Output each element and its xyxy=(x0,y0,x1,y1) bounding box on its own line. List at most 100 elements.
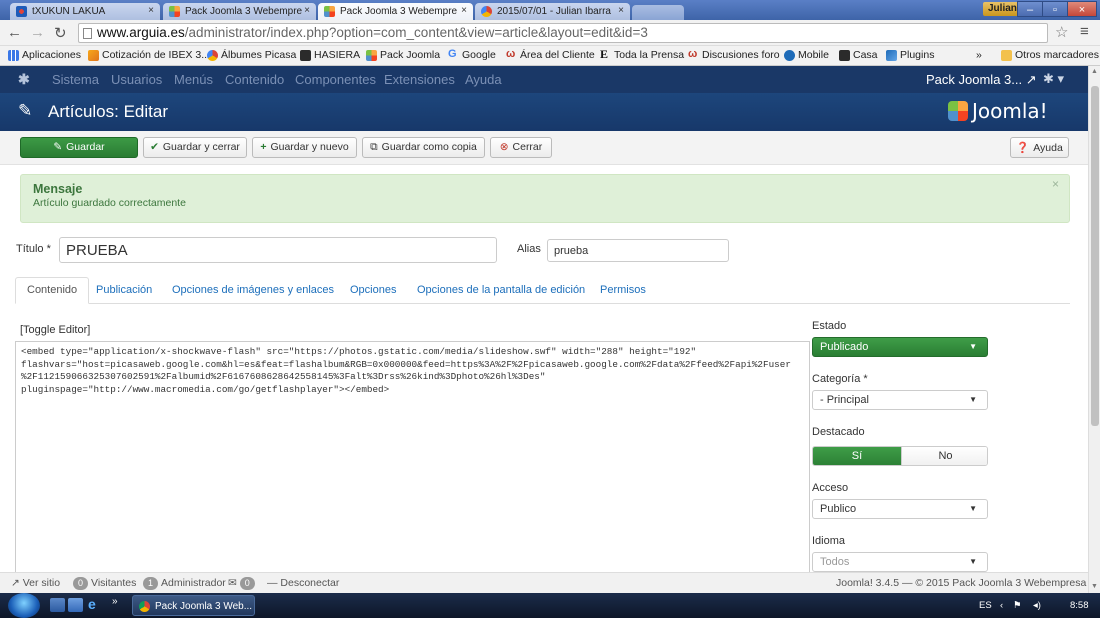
chevron-down-icon: ▼ xyxy=(969,557,977,566)
category-select[interactable]: - Principal ▼ xyxy=(812,390,988,410)
bookmark-hasiera[interactable]: HASIERA xyxy=(300,49,360,61)
save-button[interactable]: ✎ Guardar xyxy=(20,137,138,158)
joomla-brand: Joomla! xyxy=(948,99,1048,123)
tab-imagenes-enlaces[interactable]: Opciones de imágenes y enlaces xyxy=(172,277,334,304)
tab-contenido[interactable]: Contenido xyxy=(15,277,90,304)
title-input[interactable]: PRUEBA xyxy=(59,237,497,263)
access-select[interactable]: Publico ▼ xyxy=(812,499,988,519)
bookmark-casa[interactable]: Casa xyxy=(839,49,878,61)
featured-no-button[interactable]: No xyxy=(901,447,987,465)
tab-close-icon[interactable]: × xyxy=(618,5,624,16)
view-site-link[interactable]: ↗ Ver sitio xyxy=(11,577,60,589)
forward-arrow-icon[interactable]: → xyxy=(30,24,45,41)
article-text-editor[interactable]: <embed type="application/x-shockwave-fla… xyxy=(15,341,810,573)
internet-explorer-icon[interactable]: e xyxy=(88,596,103,612)
save-copy-button[interactable]: ⧉ Guardar como copia xyxy=(362,137,485,158)
close-button[interactable]: ⊗ Cerrar xyxy=(490,137,552,158)
page-scrollbar[interactable]: ▲ ▼ xyxy=(1088,66,1100,593)
bookmark-picasa[interactable]: Álbumes Picasa xyxy=(207,49,296,61)
message-close-icon[interactable]: × xyxy=(1052,177,1059,191)
bookmark-ibex[interactable]: Cotización de IBEX 3... xyxy=(88,49,210,61)
menu-componentes[interactable]: Componentes xyxy=(295,72,376,87)
tab-publicacion[interactable]: Publicación xyxy=(96,277,152,304)
url-input[interactable]: www.arguia.es/administrator/index.php?op… xyxy=(78,23,1048,43)
language-indicator[interactable]: ES xyxy=(979,600,992,611)
scrollbar-thumb[interactable] xyxy=(1091,86,1099,426)
logout-link[interactable]: — Desconectar xyxy=(267,577,339,589)
window-close-button[interactable]: × xyxy=(1067,1,1097,17)
start-button[interactable] xyxy=(8,593,40,618)
menu-contenido[interactable]: Contenido xyxy=(225,72,284,87)
menu-extensiones[interactable]: Extensiones xyxy=(384,72,455,87)
browser-tab-4[interactable]: 2015/07/01 - Julian Ibarra × xyxy=(475,3,630,20)
reload-icon[interactable]: ↻ xyxy=(54,24,67,42)
user-gear-icon[interactable]: ✱ ▾ xyxy=(1043,71,1064,87)
show-desktop-icon[interactable] xyxy=(50,598,65,612)
edit-icon: ✎ xyxy=(53,141,63,153)
alias-label: Alias xyxy=(517,243,541,255)
bookmarks-bar: Aplicaciones Cotización de IBEX 3... Álb… xyxy=(0,46,1100,66)
network-icon[interactable]: ⚑ xyxy=(1013,600,1022,611)
tab-pantalla-edicion[interactable]: Opciones de la pantalla de edición xyxy=(417,277,585,304)
bookmark-google[interactable]: G Google xyxy=(448,48,496,61)
plus-icon: + xyxy=(260,141,267,153)
webempresa-icon: ω xyxy=(506,48,516,60)
messages-counter[interactable]: ✉ 0 xyxy=(228,577,258,590)
tab-close-icon[interactable]: × xyxy=(461,5,467,16)
joomla-logo-icon[interactable]: ✱ xyxy=(18,71,30,88)
browser-tab-2[interactable]: Pack Joomla 3 Webempre × xyxy=(163,3,316,20)
checkmark-icon: ✔ xyxy=(150,141,159,153)
bookmark-toda-prensa[interactable]: E Toda la Prensa xyxy=(600,47,684,61)
menu-sistema[interactable]: Sistema xyxy=(52,72,99,87)
bookmark-discusiones[interactable]: ω Discusiones foro xyxy=(688,48,780,61)
bookmark-apps[interactable]: Aplicaciones xyxy=(8,49,81,61)
volume-icon[interactable]: ◂) xyxy=(1033,600,1041,611)
language-select[interactable]: Todos ▼ xyxy=(812,552,988,572)
featured-yes-button[interactable]: Sí xyxy=(813,447,901,465)
tab-opciones[interactable]: Opciones xyxy=(350,277,396,304)
menu-menus[interactable]: Menús xyxy=(174,72,213,87)
taskbar-chrome-item[interactable]: Pack Joomla 3 Web... xyxy=(132,595,255,616)
chrome-menu-icon[interactable]: ≡ xyxy=(1080,23,1089,40)
tab-permisos[interactable]: Permisos xyxy=(600,277,646,304)
tab-close-icon[interactable]: × xyxy=(148,5,154,16)
save-close-button[interactable]: ✔ Guardar y cerrar xyxy=(143,137,247,158)
bookmarks-overflow-chevron[interactable]: » xyxy=(976,49,982,61)
scroll-up-icon[interactable]: ▲ xyxy=(1091,68,1098,75)
toggle-editor-link[interactable]: [Toggle Editor] xyxy=(20,324,90,336)
bookmark-otros[interactable]: Otros marcadores xyxy=(1001,49,1099,61)
bookmark-area-cliente[interactable]: ω Área del Cliente xyxy=(506,48,595,61)
apps-grid-icon xyxy=(8,50,19,61)
menu-ayuda[interactable]: Ayuda xyxy=(465,72,502,87)
bookmark-pack-joomla[interactable]: Pack Joomla xyxy=(366,49,440,61)
browser-tab-3[interactable]: Pack Joomla 3 Webempre × xyxy=(318,3,473,20)
save-new-button[interactable]: + Guardar y nuevo xyxy=(252,137,357,158)
help-button[interactable]: ❓ Ayuda xyxy=(1010,137,1069,158)
site-link[interactable]: Pack Joomla 3... ↗ xyxy=(926,72,1037,88)
tray-arrow-icon[interactable]: ‹ xyxy=(1000,600,1003,611)
menu-usuarios[interactable]: Usuarios xyxy=(111,72,162,87)
bookmark-mobile[interactable]: Mobile xyxy=(784,49,829,61)
google-icon: G xyxy=(448,48,457,60)
minimize-button[interactable]: – xyxy=(1017,1,1043,17)
joomla-brand-icon xyxy=(948,101,968,121)
alias-input[interactable]: prueba xyxy=(547,239,729,262)
scroll-down-icon[interactable]: ▼ xyxy=(1091,583,1098,590)
chart-icon xyxy=(88,50,99,61)
back-arrow-icon[interactable]: ← xyxy=(7,24,22,41)
browser-tab-1[interactable]: tXUKUN LAKUA × xyxy=(10,3,160,20)
explorer-icon[interactable] xyxy=(68,598,83,612)
tab-close-icon[interactable]: × xyxy=(304,5,310,16)
status-select[interactable]: Publicado ▼ xyxy=(812,337,988,357)
featured-toggle: Sí No xyxy=(812,446,988,466)
joomla-admin-menu: ✱ Sistema Usuarios Menús Contenido Compo… xyxy=(0,66,1088,93)
bookmark-plugins[interactable]: Plugins xyxy=(886,49,934,61)
maximize-button[interactable]: ▫ xyxy=(1042,1,1068,17)
page-header: ✎ Artículos: Editar Joomla! xyxy=(0,93,1088,131)
taskbar-overflow-icon[interactable]: » xyxy=(112,596,127,610)
new-tab-button[interactable] xyxy=(632,5,684,20)
mobile-icon xyxy=(784,50,795,61)
cancel-circle-icon: ⊗ xyxy=(499,141,509,153)
bookmark-star-icon[interactable]: ☆ xyxy=(1055,23,1068,41)
clock[interactable]: 8:58 xyxy=(1070,600,1089,611)
